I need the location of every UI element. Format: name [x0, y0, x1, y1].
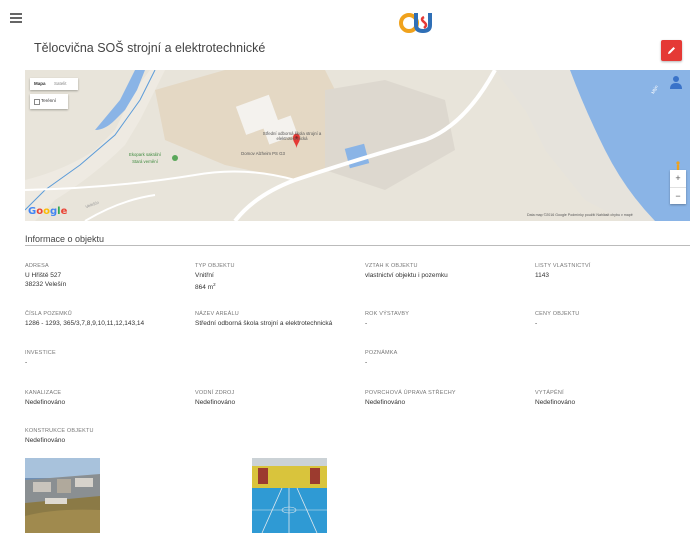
edit-button[interactable]	[661, 40, 682, 61]
field-label: VYTÁPĚNÍ	[535, 390, 564, 396]
section-title: Informace o objektu	[25, 234, 105, 244]
map-type-control[interactable]: Mapa Satelit	[30, 78, 78, 90]
google-logo: Google	[28, 206, 68, 217]
field-listy: LISTY VLASTNICTVÍ 1143	[535, 263, 695, 281]
zoom-control[interactable]: + −	[670, 170, 686, 204]
field-value: Nedefinováno	[365, 399, 406, 406]
field-value: Nedefinováno	[535, 399, 576, 406]
field-label: ČÍSLA POZEMKŮ	[25, 311, 72, 317]
field-value: U Hřiště 527	[25, 272, 62, 279]
field-label: INVESTICE	[25, 350, 56, 356]
cus-logo[interactable]	[398, 9, 438, 33]
field-typ-objektu: TYP OBJEKTU Vnitřní 864 m2	[195, 263, 355, 292]
field-label: ROK VÝSTAVBY	[365, 311, 410, 317]
zoom-out-button[interactable]: −	[670, 188, 686, 205]
field-kanalizace: KANALIZACE Nedefinováno	[25, 390, 185, 408]
field-value: Nedefinováno	[25, 437, 66, 444]
map-attribution[interactable]: Data map ©2016 Google Podmínky použití N…	[527, 213, 633, 217]
field-value: vlastnictví objektu i pozemku	[365, 272, 448, 279]
field-poznamka: POZNÁMKA -	[365, 350, 525, 368]
field-konstrukce: KONSTRUKCE OBJEKTU Nedefinováno	[25, 428, 185, 446]
field-value: -	[25, 359, 28, 366]
map-label-school: Střední odborná škola strojní a elektrot…	[262, 131, 322, 141]
field-label: KONSTRUKCE OBJEKTU	[25, 428, 94, 434]
terrain-toggle[interactable]: Terénní	[30, 94, 68, 109]
field-label: CENY OBJEKTU	[535, 311, 580, 317]
field-investice: INVESTICE -	[25, 350, 185, 368]
area-exponent: 2	[213, 281, 216, 287]
field-value: -	[535, 320, 538, 327]
map-label-ekopark: Ekopark sakrální	[128, 152, 161, 157]
field-label: KANALIZACE	[25, 390, 62, 396]
top-bar	[0, 0, 699, 38]
terrain-label: Terénní	[41, 98, 57, 103]
title-bar: Tělocvična SOŠ strojní a elektrotechnick…	[25, 38, 690, 64]
map-label-stara: Stará vernění	[132, 159, 158, 164]
field-cisla-pozemku: ČÍSLA POZEMKŮ 1286 - 1293, 365/3,7,8,9,1…	[25, 311, 185, 329]
map[interactable]: Mapa Satelit Terénní Střední odborná ško…	[25, 70, 690, 221]
gym-interior-photo[interactable]	[252, 458, 327, 533]
field-adresa: ADRESA U Hřiště 527 38232 Velešín	[25, 263, 185, 289]
field-label: POZNÁMKA	[365, 350, 398, 356]
field-povrchova-uprava: POVRCHOVÁ ÚPRAVA STŘECHY Nedefinováno	[365, 390, 525, 408]
field-vytapeni: VYTÁPĚNÍ Nedefinováno	[535, 390, 695, 408]
area-value: 864 m	[195, 283, 214, 291]
field-vztah: VZTAH K OBJEKTU vlastnictví objektu i po…	[365, 263, 525, 281]
field-value: Vnitřní	[195, 272, 214, 279]
page-title: Tělocvična SOŠ strojní a elektrotechnick…	[34, 41, 266, 55]
field-nazev-arealu: NÁZEV AREÁLU Střední odborná škola stroj…	[195, 311, 355, 329]
field-value: Nedefinováno	[195, 399, 236, 406]
field-label: LISTY VLASTNICTVÍ	[535, 263, 591, 269]
section-divider	[25, 245, 690, 246]
hamburger-menu-icon[interactable]	[10, 13, 22, 23]
field-label: POVRCHOVÁ ÚPRAVA STŘECHY	[365, 390, 456, 396]
field-ceny: CENY OBJEKTU -	[535, 311, 695, 329]
field-value: Střední odborná škola strojní a elektrot…	[195, 320, 333, 327]
map-type-map[interactable]: Mapa	[34, 81, 46, 86]
field-value: 1143	[535, 272, 549, 279]
terrain-checkbox[interactable]	[34, 99, 40, 105]
field-value: 1286 - 1293, 365/3,7,8,9,10,11,12,143,14	[25, 320, 145, 327]
zoom-in-button[interactable]: +	[670, 170, 686, 188]
field-label: TYP OBJEKTU	[195, 263, 235, 269]
field-value-area: 864 m2	[195, 281, 355, 293]
field-vodni-zdroj: VODNÍ ZDROJ Nedefinováno	[195, 390, 355, 408]
map-label-domov: Domov Alzheim PS G3	[241, 151, 285, 156]
field-label: VZTAH K OBJEKTU	[365, 263, 418, 269]
field-value: -	[365, 320, 368, 327]
field-label: NÁZEV AREÁLU	[195, 311, 239, 317]
field-value: -	[365, 359, 368, 366]
person-icon[interactable]	[669, 75, 683, 89]
field-label: VODNÍ ZDROJ	[195, 390, 235, 396]
map-canvas[interactable]	[25, 70, 690, 221]
pencil-icon	[668, 47, 675, 54]
aerial-photo[interactable]	[25, 458, 100, 533]
map-type-satellite[interactable]: Satelit	[54, 81, 67, 86]
field-value: Nedefinováno	[25, 399, 66, 406]
field-value: 38232 Velešín	[25, 280, 67, 288]
field-rok-vystavby: ROK VÝSTAVBY -	[365, 311, 525, 329]
field-label: ADRESA	[25, 263, 49, 269]
